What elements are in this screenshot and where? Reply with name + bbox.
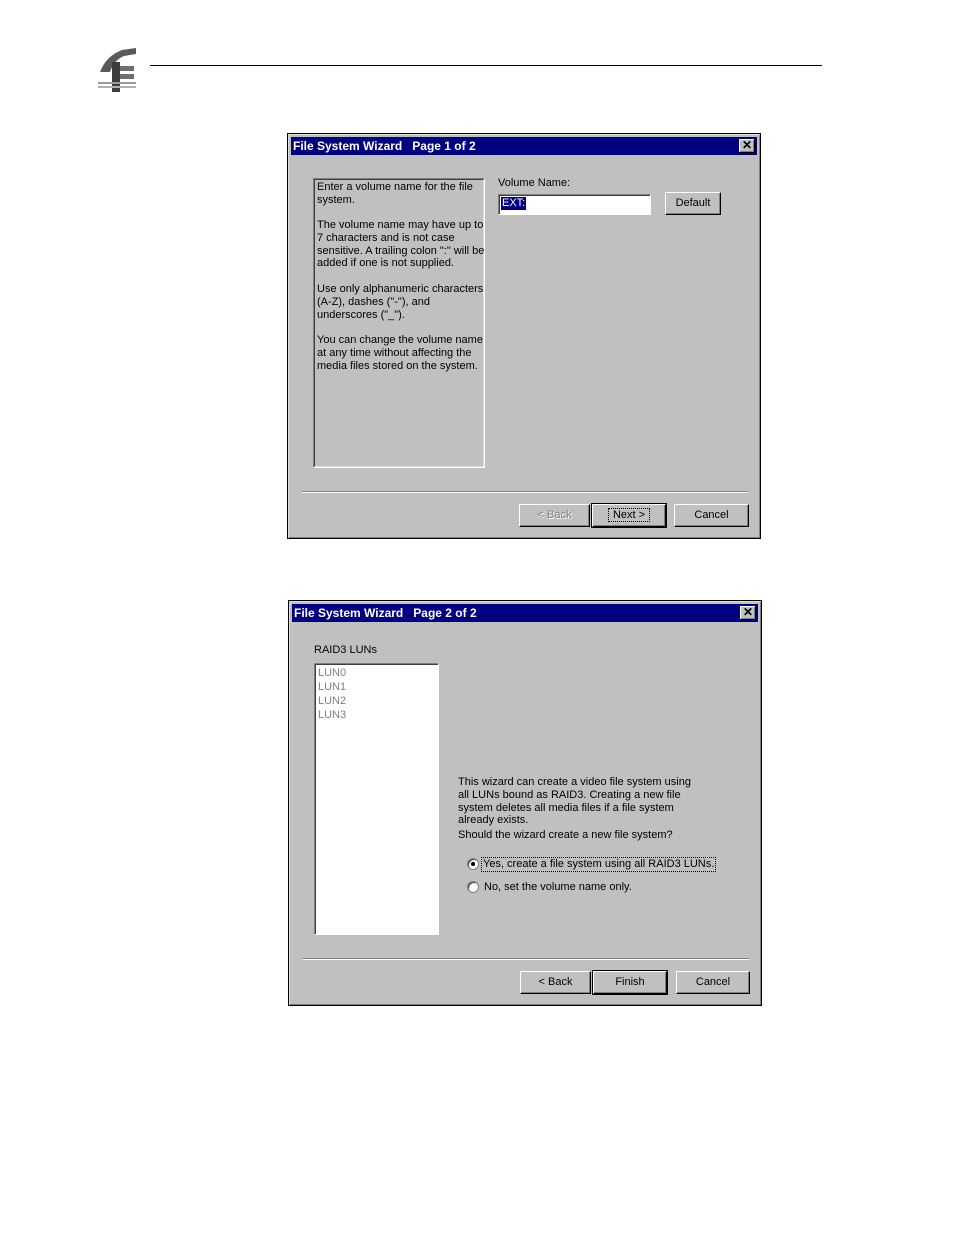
title-bar[interactable]: File System Wizard Page 2 of 2 ✕ xyxy=(292,604,758,622)
help-text-3: Use only alphanumeric characters (A-Z), … xyxy=(317,283,484,321)
luns-list[interactable]: LUN0 LUN1 LUN2 LUN3 xyxy=(314,663,439,935)
help-text-2: The volume name may have up to 7 charact… xyxy=(317,219,485,270)
file-system-wizard-page-2: File System Wizard Page 2 of 2 ✕ RAID3 L… xyxy=(288,600,762,1006)
volume-name-input[interactable]: EXT: xyxy=(498,194,651,215)
dialog-title: File System Wizard Page 2 of 2 xyxy=(294,606,477,620)
company-logo-icon xyxy=(96,42,138,94)
back-button[interactable]: < Back xyxy=(519,504,590,527)
list-item-lun3[interactable]: LUN3 xyxy=(318,708,346,722)
raid3-luns-label: RAID3 LUNs xyxy=(314,644,377,656)
radio-no-label[interactable]: No, set the volume name only. xyxy=(484,881,632,894)
help-text-4: You can change the volume name at any ti… xyxy=(317,334,483,372)
finish-button[interactable]: Finish xyxy=(592,970,668,995)
radio-no[interactable] xyxy=(467,881,479,893)
header-rule xyxy=(150,65,822,66)
dialog-title: File System Wizard Page 1 of 2 xyxy=(293,139,476,153)
cancel-button[interactable]: Cancel xyxy=(674,504,749,527)
close-icon[interactable]: ✕ xyxy=(739,139,755,153)
separator xyxy=(303,958,749,960)
radio-yes[interactable] xyxy=(467,858,479,870)
wizard-description: This wizard can create a video file syst… xyxy=(458,776,691,827)
file-system-wizard-page-1: File System Wizard Page 1 of 2 ✕ Enter a… xyxy=(287,133,761,539)
next-button[interactable]: Next > xyxy=(591,503,667,528)
radio-yes-label[interactable]: Yes, create a file system using all RAID… xyxy=(481,857,717,872)
close-icon[interactable]: ✕ xyxy=(740,606,756,620)
default-button[interactable]: Default xyxy=(665,192,721,215)
help-text-1: Enter a volume name for the file system. xyxy=(317,181,473,206)
help-panel: Enter a volume name for the file system.… xyxy=(313,178,485,468)
title-bar[interactable]: File System Wizard Page 1 of 2 ✕ xyxy=(291,137,757,155)
cancel-button[interactable]: Cancel xyxy=(676,971,750,994)
separator xyxy=(302,491,748,493)
back-button[interactable]: < Back xyxy=(520,971,591,994)
list-item-lun0[interactable]: LUN0 xyxy=(318,666,346,680)
radio-selected-dot xyxy=(471,862,475,866)
volume-name-label: Volume Name: xyxy=(498,177,571,189)
list-item-lun2[interactable]: LUN2 xyxy=(318,694,346,708)
volume-name-value: EXT: xyxy=(501,197,527,210)
list-item-lun1[interactable]: LUN1 xyxy=(318,680,346,694)
wizard-question: Should the wizard create a new file syst… xyxy=(458,829,673,841)
